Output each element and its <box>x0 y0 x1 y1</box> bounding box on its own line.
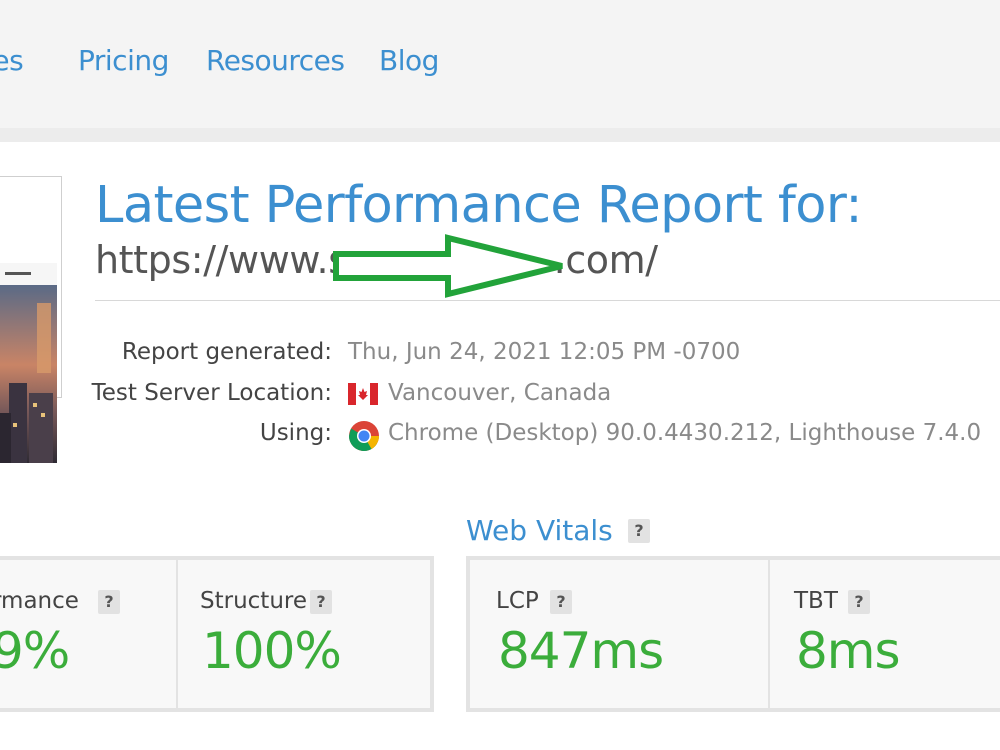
lcp-label: LCP <box>496 588 539 614</box>
lcp-help-icon[interactable]: ? <box>550 590 572 614</box>
performance-help-icon[interactable]: ? <box>98 590 120 614</box>
performance-value: 9% <box>0 622 70 680</box>
tbt-help-icon[interactable]: ? <box>848 590 870 614</box>
top-nav: res Pricing Resources Blog <box>0 0 1000 128</box>
generated-label: Report generated: <box>121 339 332 365</box>
structure-label: Structure <box>200 588 307 614</box>
using-label: Using: <box>259 420 332 446</box>
meta-using: Using: Chrome (Desktop) 90.0.4430.212, L… <box>0 420 1000 452</box>
nav-link-features[interactable]: res <box>0 44 24 77</box>
nav-link-resources[interactable]: Resources <box>206 44 345 77</box>
cell-divider <box>176 560 178 708</box>
cell-divider <box>768 560 770 708</box>
thumbnail-image <box>0 263 57 463</box>
web-vitals-help-icon[interactable]: ? <box>628 519 650 543</box>
location-value: Vancouver, Canada <box>388 380 612 406</box>
web-vitals-box: LCP ? 847ms TBT ? 8ms <box>466 556 1000 712</box>
web-vitals-heading: Web Vitals <box>466 514 613 547</box>
meta-server-location: Test Server Location: Vancouver, Canada <box>0 380 1000 408</box>
structure-help-icon[interactable]: ? <box>310 590 332 614</box>
tbt-value: 8ms <box>796 622 901 680</box>
canada-flag-icon <box>348 383 378 405</box>
nav-link-pricing[interactable]: Pricing <box>78 44 169 77</box>
generated-value: Thu, Jun 24, 2021 12:05 PM -0700 <box>348 339 741 365</box>
meta-report-generated: Report generated: Thu, Jun 24, 2021 12:0… <box>0 339 1000 367</box>
annotation-arrow-icon <box>333 234 563 298</box>
performance-label: rmance <box>0 588 79 614</box>
chrome-icon <box>349 421 379 452</box>
title-divider <box>95 300 1000 301</box>
nav-link-blog[interactable]: Blog <box>379 44 439 77</box>
location-label: Test Server Location: <box>91 380 332 406</box>
lcp-value: 847ms <box>498 622 664 680</box>
tbt-label: TBT <box>794 588 838 614</box>
gtmetrix-grade-box: rmance ? 9% Structure ? 100% <box>0 556 434 712</box>
url-prefix: https://www.s <box>95 238 348 282</box>
structure-value: 100% <box>202 622 342 680</box>
report-title: Latest Performance Report for: <box>95 176 863 235</box>
using-value: Chrome (Desktop) 90.0.4430.212, Lighthou… <box>388 420 982 446</box>
